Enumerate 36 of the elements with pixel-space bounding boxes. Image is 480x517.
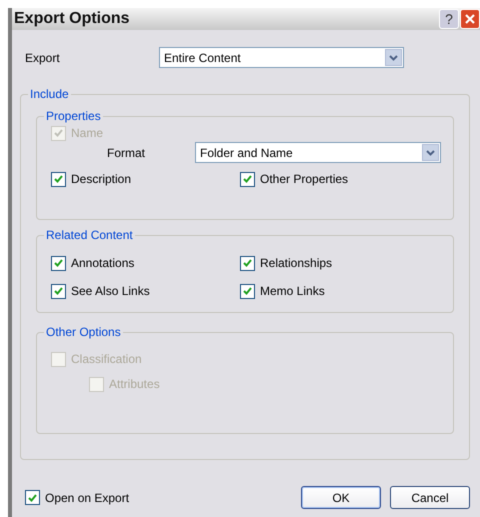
checkbox-label: Memo Links [260, 283, 325, 300]
checkbox[interactable] [240, 256, 255, 270]
checkmark-icon [243, 175, 252, 183]
export-label: Export [25, 50, 61, 66]
checkbox[interactable] [51, 172, 66, 186]
close-icon[interactable] [460, 9, 480, 29]
dropdown[interactable]: Entire Content [159, 47, 404, 68]
checkbox[interactable] [51, 284, 66, 298]
checkbox-label: Annotations [71, 255, 134, 272]
checkmark-icon [28, 494, 37, 502]
checkbox-label: Relationships [260, 255, 332, 272]
checkbox-label: Description [71, 171, 132, 188]
checkmark-icon [54, 259, 63, 267]
checkbox-label: Classification [71, 351, 142, 368]
ok-button[interactable]: OK [301, 486, 381, 509]
format-label: Format [107, 144, 146, 162]
checkbox-label: Open on Export [45, 490, 130, 506]
dropdown[interactable]: Folder and Name [195, 142, 441, 163]
checkmark-icon [243, 259, 252, 267]
checkbox[interactable] [240, 172, 255, 186]
checkbox[interactable] [25, 490, 40, 505]
checkbox-label: See Also Links [71, 283, 150, 300]
checkmark-icon [243, 287, 252, 295]
checkmark-icon [54, 175, 63, 183]
help-icon[interactable]: ? [439, 9, 459, 29]
chevron-icon [422, 144, 439, 161]
checkbox-label: Name [71, 125, 104, 142]
checkmark-icon [54, 287, 63, 295]
checkbox-label: Attributes [109, 376, 160, 393]
checkmark-icon [54, 129, 63, 137]
checkbox[interactable] [240, 284, 255, 298]
checkbox-label: Other Properties [260, 171, 348, 188]
cancel-button[interactable]: Cancel [390, 486, 470, 509]
window-title: Export Options [14, 9, 131, 29]
chevron-icon [385, 49, 402, 66]
checkbox[interactable] [51, 256, 66, 270]
